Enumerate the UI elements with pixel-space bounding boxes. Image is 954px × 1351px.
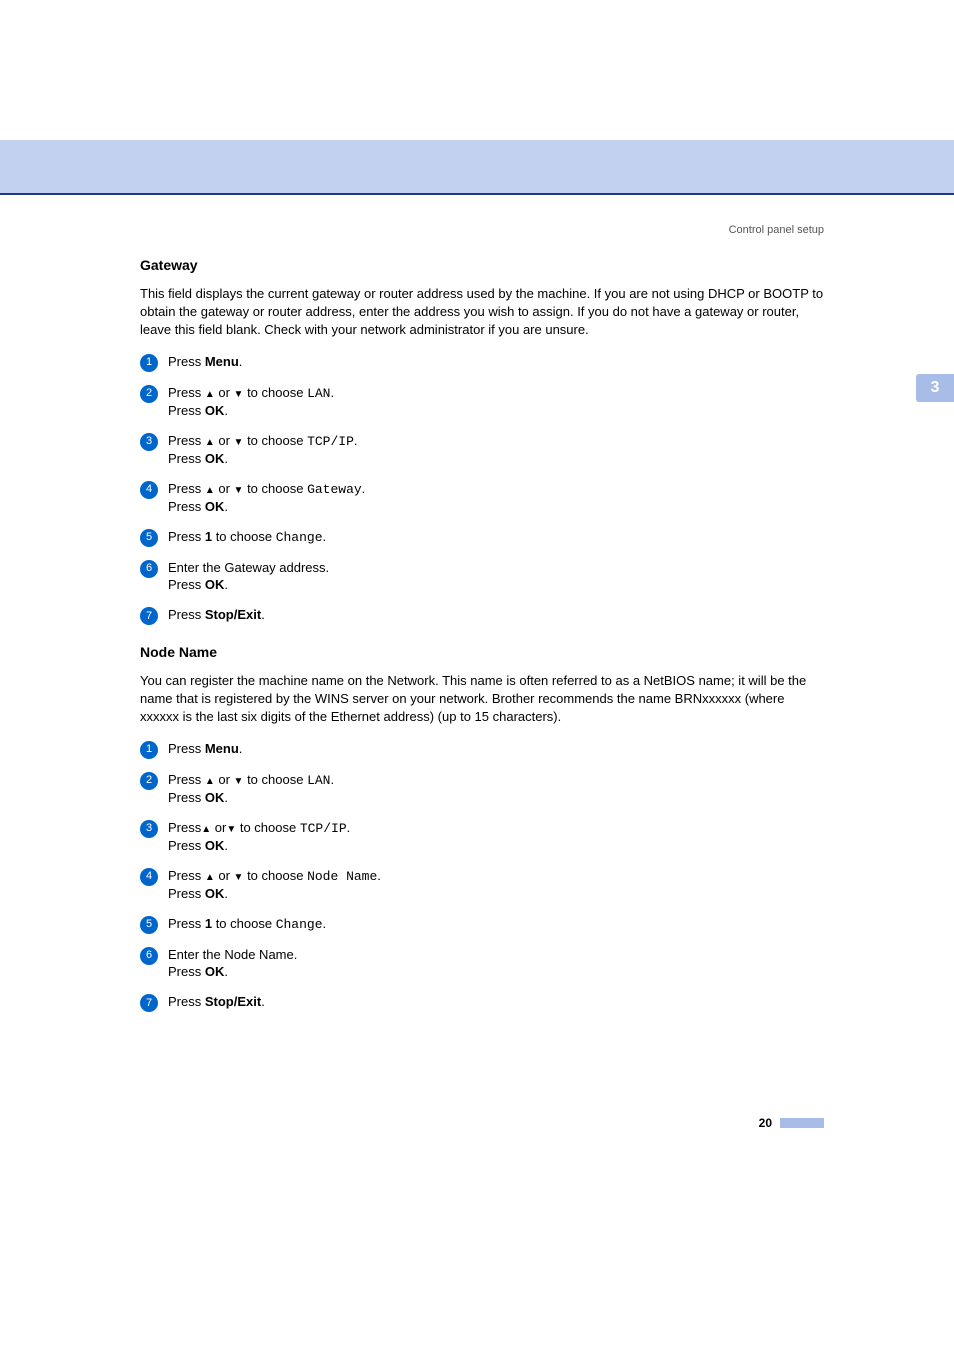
- step-row: 3 Press ▲ or ▼ to choose TCP/IP. Press O…: [140, 432, 824, 468]
- step-row: 2 Press ▲ or ▼ to choose LAN. Press OK.: [140, 771, 824, 807]
- up-arrow-icon: ▲: [205, 872, 215, 883]
- down-arrow-icon: ▼: [234, 776, 244, 787]
- step-text: Press Menu.: [168, 740, 824, 758]
- step-number-badge: 1: [140, 741, 158, 759]
- step-text: Press ▲ or ▼ to choose TCP/IP. Press OK.: [168, 432, 824, 468]
- step-number-badge: 4: [140, 868, 158, 886]
- step-number-badge: 6: [140, 560, 158, 578]
- page-footer: 20: [759, 1115, 824, 1131]
- step-text: Press▲ or▼ to choose TCP/IP. Press OK.: [168, 819, 824, 855]
- step-text: Press ▲ or ▼ to choose LAN. Press OK.: [168, 771, 824, 807]
- step-row: 4 Press ▲ or ▼ to choose Gateway. Press …: [140, 480, 824, 516]
- step-number-badge: 5: [140, 529, 158, 547]
- step-row: 6 Enter the Gateway address. Press OK.: [140, 559, 824, 594]
- top-margin: [0, 0, 954, 140]
- node-name-intro: You can register the machine name on the…: [140, 672, 824, 726]
- down-arrow-icon: ▼: [234, 485, 244, 496]
- step-number-badge: 5: [140, 916, 158, 934]
- step-number-badge: 4: [140, 481, 158, 499]
- step-row: 2 Press ▲ or ▼ to choose LAN. Press OK.: [140, 384, 824, 420]
- gateway-intro: This field displays the current gateway …: [140, 285, 824, 339]
- step-text: Press ▲ or ▼ to choose LAN. Press OK.: [168, 384, 824, 420]
- page-number: 20: [759, 1115, 772, 1131]
- header-band: [0, 140, 954, 195]
- step-text: Enter the Node Name. Press OK.: [168, 946, 824, 981]
- step-text: Press Menu.: [168, 353, 824, 371]
- step-text: Press ▲ or ▼ to choose Gateway. Press OK…: [168, 480, 824, 516]
- step-row: 7 Press Stop/Exit.: [140, 993, 824, 1012]
- step-row: 1 Press Menu.: [140, 740, 824, 759]
- step-row: 3 Press▲ or▼ to choose TCP/IP. Press OK.: [140, 819, 824, 855]
- down-arrow-icon: ▼: [234, 389, 244, 400]
- up-arrow-icon: ▲: [205, 437, 215, 448]
- step-row: 5 Press 1 to choose Change.: [140, 528, 824, 547]
- step-row: 1 Press Menu.: [140, 353, 824, 372]
- step-row: 6 Enter the Node Name. Press OK.: [140, 946, 824, 981]
- step-text: Press ▲ or ▼ to choose Node Name. Press …: [168, 867, 824, 903]
- step-number-badge: 2: [140, 772, 158, 790]
- down-arrow-icon: ▼: [234, 437, 244, 448]
- section-heading-node-name: Node Name: [140, 643, 824, 662]
- up-arrow-icon: ▲: [201, 824, 211, 835]
- step-number-badge: 7: [140, 607, 158, 625]
- step-number-badge: 7: [140, 994, 158, 1012]
- down-arrow-icon: ▼: [234, 872, 244, 883]
- step-number-badge: 1: [140, 354, 158, 372]
- running-title-text: Control panel setup: [729, 224, 824, 236]
- step-text: Enter the Gateway address. Press OK.: [168, 559, 824, 594]
- footer-accent-bar: [780, 1118, 824, 1128]
- step-number-badge: 6: [140, 947, 158, 965]
- step-text: Press 1 to choose Change.: [168, 915, 824, 934]
- down-arrow-icon: ▼: [226, 824, 236, 835]
- step-row: 7 Press Stop/Exit.: [140, 606, 824, 625]
- section-heading-gateway: Gateway: [140, 256, 824, 275]
- up-arrow-icon: ▲: [205, 485, 215, 496]
- step-row: 5 Press 1 to choose Change.: [140, 915, 824, 934]
- step-row: 4 Press ▲ or ▼ to choose Node Name. Pres…: [140, 867, 824, 903]
- running-header: Control panel setup: [0, 223, 954, 238]
- up-arrow-icon: ▲: [205, 389, 215, 400]
- chapter-tab: 3: [916, 374, 954, 402]
- step-text: Press Stop/Exit.: [168, 993, 824, 1011]
- step-text: Press 1 to choose Change.: [168, 528, 824, 547]
- page-content: Gateway This field displays the current …: [0, 256, 954, 1012]
- up-arrow-icon: ▲: [205, 776, 215, 787]
- step-number-badge: 3: [140, 820, 158, 838]
- step-number-badge: 3: [140, 433, 158, 451]
- step-text: Press Stop/Exit.: [168, 606, 824, 624]
- step-number-badge: 2: [140, 385, 158, 403]
